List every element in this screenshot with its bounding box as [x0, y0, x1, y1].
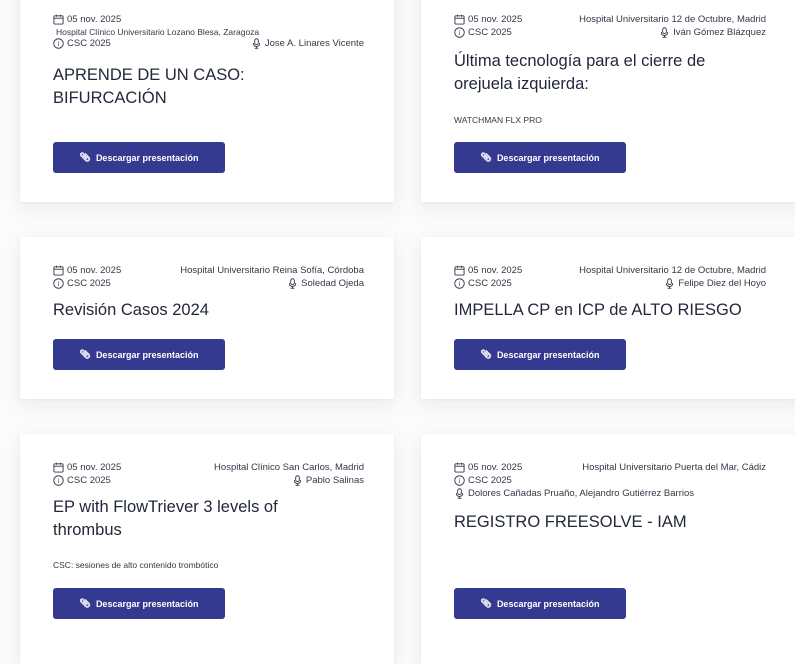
svg-text:i: i: [58, 41, 60, 48]
svg-text:i: i: [58, 281, 60, 288]
event-text: CSC 2025: [468, 475, 512, 486]
date-text: 05 nov. 2025: [468, 14, 523, 25]
calendar-icon: [53, 265, 64, 276]
calendar-icon: [53, 14, 64, 25]
speaker-text: Pablo Salinas: [305, 475, 364, 486]
event-meta: i CSC 2025: [454, 278, 512, 289]
event-text: CSC 2025: [67, 475, 111, 486]
presentation-title: IMPELLA CP en ICP de ALTO RIESGO: [454, 301, 742, 319]
microphone-icon: [292, 475, 303, 486]
event-meta: i CSC 2025: [454, 475, 512, 486]
svg-text:i: i: [58, 478, 60, 485]
info-icon: i: [454, 475, 465, 486]
presentation-description: WATCHMAN FLX PRO: [454, 115, 542, 125]
svg-text:i: i: [459, 478, 461, 485]
date-meta: 05 nov. 2025: [53, 14, 121, 25]
presentation-title: EP with FlowTriever 3 levels of thrombus: [53, 498, 278, 539]
event-meta: i CSC 2025: [454, 27, 512, 38]
microphone-icon: [454, 488, 465, 499]
speaker-meta: Dolores Cañadas Pruaño, Alejandro Gutiér…: [454, 488, 694, 499]
microphone-icon: [287, 278, 298, 289]
paperclip-icon: 📎︎: [480, 349, 492, 359]
download-presentation-button[interactable]: 📎︎ Descargar presentación: [454, 142, 626, 173]
presentation-card: 05 nov. 2025 Hospital Clínico Universita…: [20, 0, 394, 202]
date-meta: 05 nov. 2025: [454, 462, 522, 473]
presentation-title: APRENDE DE UN CASO: BIFURCACIÓN: [53, 66, 245, 107]
download-button-label: Descargar presentación: [95, 152, 199, 163]
location-text: Hospital Clínico Universitario Lozano Bl…: [56, 26, 260, 37]
paperclip-icon: 📎︎: [480, 598, 492, 608]
download-button-label: Descargar presentación: [496, 152, 600, 163]
paperclip-icon: 📎︎: [79, 349, 91, 359]
speaker-text: Felipe Diez del Hoyo: [678, 278, 766, 289]
date-text: 05 nov. 2025: [468, 462, 523, 473]
event-meta: i CSC 2025: [53, 475, 111, 486]
info-icon: i: [53, 278, 64, 289]
event-meta: i CSC 2025: [53, 38, 111, 49]
event-text: CSC 2025: [468, 278, 512, 289]
download-button-label: Descargar presentación: [95, 598, 199, 609]
paperclip-icon: 📎︎: [480, 152, 492, 162]
download-presentation-button[interactable]: 📎︎ Descargar presentación: [53, 142, 225, 173]
presentation-card: 05 nov. 2025 Hospital Universitario Puer…: [421, 434, 795, 664]
speaker-text: Jose A. Linares Vicente: [264, 38, 364, 49]
location-text: Hospital Universitario 12 de Octubre, Ma…: [579, 265, 766, 276]
date-meta: 05 nov. 2025: [53, 462, 121, 473]
location-text: Hospital Clínico San Carlos, Madrid: [214, 462, 364, 473]
paperclip-icon: 📎︎: [79, 152, 91, 162]
calendar-icon: [454, 14, 465, 25]
event-text: CSC 2025: [67, 278, 111, 289]
date-meta: 05 nov. 2025: [454, 265, 522, 276]
svg-text:i: i: [459, 281, 461, 288]
speaker-text: Soledad Ojeda: [301, 278, 364, 289]
download-button-label: Descargar presentación: [95, 349, 199, 360]
location-text: Hospital Universitario Puerta del Mar, C…: [582, 462, 766, 473]
download-presentation-button[interactable]: 📎︎ Descargar presentación: [53, 339, 225, 370]
presentation-title: Última tecnología para el cierre de orej…: [454, 52, 706, 93]
date-meta: 05 nov. 2025: [454, 14, 522, 25]
date-text: 05 nov. 2025: [468, 265, 523, 276]
presentation-description: CSC: sesiones de alto contenido trombóti…: [53, 560, 219, 570]
event-meta: i CSC 2025: [53, 278, 111, 289]
speaker-text: Dolores Cañadas Pruaño, Alejandro Gutiér…: [468, 488, 695, 499]
download-presentation-button[interactable]: 📎︎ Descargar presentación: [454, 588, 626, 619]
info-icon: i: [53, 38, 64, 49]
date-text: 05 nov. 2025: [67, 462, 122, 473]
microphone-icon: [251, 38, 262, 49]
paperclip-icon: 📎︎: [79, 598, 91, 608]
speaker-meta: Soledad Ojeda: [287, 278, 364, 289]
speaker-meta: Iván Gómez Blázquez: [659, 27, 766, 38]
calendar-icon: [53, 462, 64, 473]
date-text: 05 nov. 2025: [67, 14, 122, 25]
presentation-card: 05 nov. 2025 Hospital Clínico San Carlos…: [20, 434, 394, 664]
event-text: CSC 2025: [468, 27, 512, 38]
presentation-card: 05 nov. 2025 Hospital Universitario 12 d…: [421, 0, 795, 202]
presentation-title: REGISTRO FREESOLVE - IAM: [454, 513, 687, 531]
speaker-meta: Jose A. Linares Vicente: [251, 38, 364, 49]
download-presentation-button[interactable]: 📎︎ Descargar presentación: [53, 588, 225, 619]
date-meta: 05 nov. 2025: [53, 265, 121, 276]
download-button-label: Descargar presentación: [496, 349, 600, 360]
location-text: Hospital Universitario Reina Sofía, Córd…: [180, 265, 364, 276]
microphone-icon: [664, 278, 675, 289]
speaker-meta: Pablo Salinas: [292, 475, 364, 486]
info-icon: i: [454, 278, 465, 289]
download-presentation-button[interactable]: 📎︎ Descargar presentación: [454, 339, 626, 370]
calendar-icon: [454, 265, 465, 276]
date-text: 05 nov. 2025: [67, 265, 122, 276]
info-icon: i: [53, 475, 64, 486]
calendar-icon: [454, 462, 465, 473]
presentation-card: 05 nov. 2025 Hospital Universitario 12 d…: [421, 237, 795, 399]
microphone-icon: [659, 27, 670, 38]
download-button-label: Descargar presentación: [496, 598, 600, 609]
info-icon: i: [454, 27, 465, 38]
svg-text:i: i: [459, 30, 461, 37]
presentation-card: 05 nov. 2025 Hospital Universitario Rein…: [20, 237, 394, 399]
location-text: Hospital Universitario 12 de Octubre, Ma…: [579, 14, 766, 25]
speaker-text: Iván Gómez Blázquez: [673, 27, 766, 38]
presentation-title: Revisión Casos 2024: [53, 301, 209, 319]
event-text: CSC 2025: [67, 38, 111, 49]
speaker-meta: Felipe Diez del Hoyo: [664, 278, 766, 289]
